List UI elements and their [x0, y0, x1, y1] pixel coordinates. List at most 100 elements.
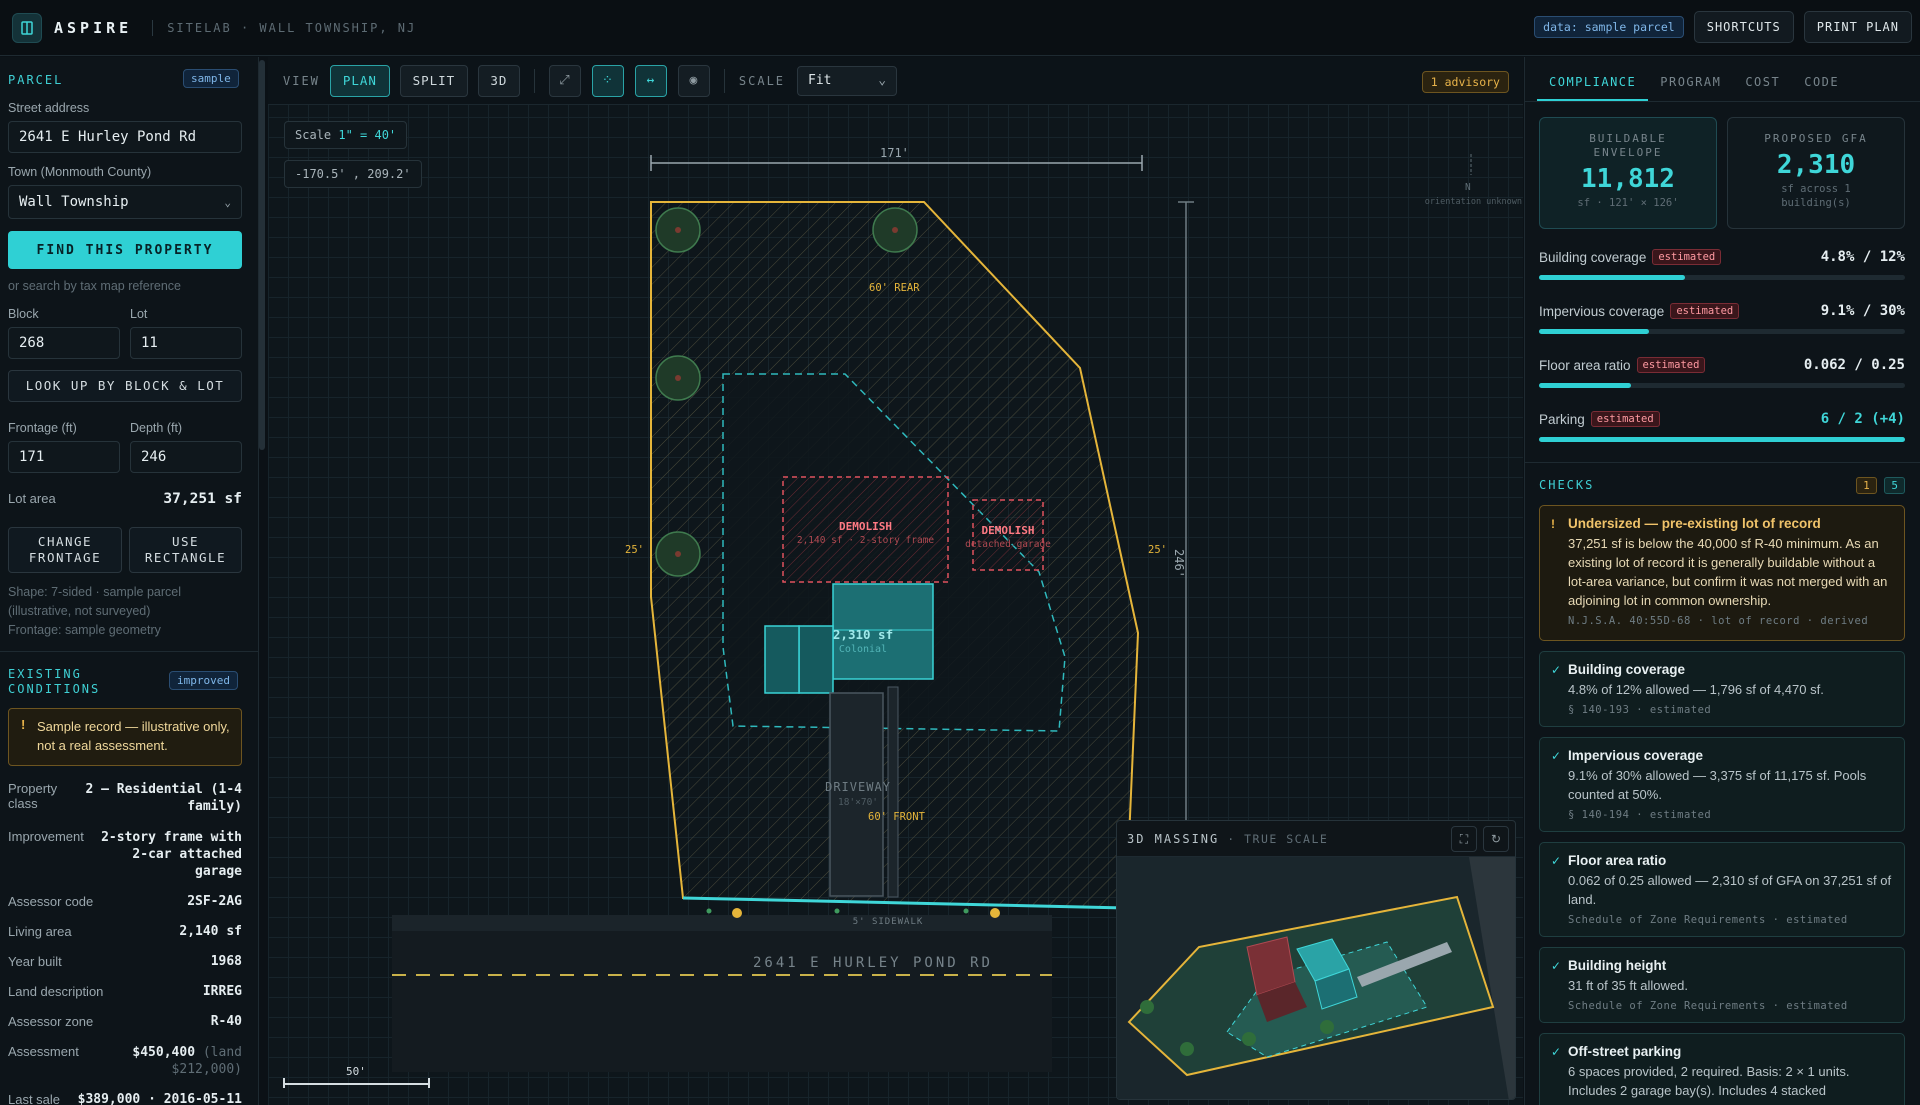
- check-reference: Schedule of Zone Requirements · estimate…: [1568, 1000, 1848, 1012]
- tree-icon: [872, 207, 918, 253]
- improved-badge: improved: [169, 671, 238, 690]
- scale-select[interactable]: Fit ⌄: [797, 65, 898, 96]
- property-class-label: Property class: [8, 781, 58, 811]
- tree-icon: [655, 207, 701, 253]
- check-title: Building height: [1568, 958, 1667, 973]
- use-rectangle-button[interactable]: USE RECTANGLE: [129, 527, 242, 573]
- driveway: [829, 692, 884, 897]
- parcel-sidebar: PARCEL sample Street address 2641 E Hurl…: [0, 57, 259, 1105]
- check-card-building-height[interactable]: ✓ Building height 31 ft of 35 ft allowed…: [1539, 947, 1905, 1023]
- property-class-value: 2 — Residential (1-4 family): [85, 782, 242, 814]
- tab-code[interactable]: CODE: [1792, 65, 1851, 101]
- check-title: Floor area ratio: [1568, 853, 1667, 868]
- buildable-envelope-sub: sf · 121' × 126': [1577, 197, 1679, 209]
- living-area-value: 2,140 sf: [179, 924, 242, 939]
- land-description-label: Land description: [8, 984, 104, 999]
- logo-icon: [12, 12, 42, 43]
- streetlight-icon: [990, 908, 1000, 918]
- north-label: N: [1465, 182, 1471, 193]
- check-card-floor-area-ratio[interactable]: ✓ Floor area ratio 0.062 of 0.25 allowed…: [1539, 842, 1905, 937]
- view-split-button[interactable]: SPLIT: [399, 64, 468, 97]
- metric-bar-fill: [1539, 329, 1649, 334]
- scale-bar-label: 50': [346, 1065, 366, 1078]
- divider: [533, 68, 535, 93]
- assessor-code-label: Assessor code: [8, 894, 94, 909]
- check-card-building-coverage[interactable]: ✓ Building coverage 4.8% of 12% allowed …: [1539, 651, 1905, 727]
- proposed-gfa-label: PROPOSED GFA: [1764, 132, 1868, 145]
- metric-bar: [1539, 329, 1905, 334]
- street-address-input[interactable]: 2641 E Hurley Pond Rd: [8, 121, 242, 153]
- improvement-label: Improvement: [8, 829, 84, 844]
- buildable-envelope-card: BUILDABLE ENVELOPE 11,812 sf · 121' × 12…: [1539, 117, 1717, 229]
- town-label: Town (Monmouth County): [8, 165, 152, 179]
- check-card-lot-of-record[interactable]: ! Undersized — pre-existing lot of recor…: [1539, 505, 1905, 641]
- site-plan-canvas[interactable]: VIEW PLAN SPLIT 3D ⤢ ⁘ ↔ ◉ SCALE Fit ⌄ 1…: [268, 57, 1523, 1105]
- dimensions-icon[interactable]: ↔: [634, 64, 667, 97]
- data-source-badge: data: sample parcel: [1534, 16, 1684, 38]
- metric-name: Floor area ratio: [1539, 357, 1631, 373]
- road-area: [392, 922, 1052, 1072]
- tab-program[interactable]: PROGRAM: [1648, 65, 1733, 101]
- tree-icon: [1180, 1042, 1194, 1056]
- snap-icon[interactable]: ⁘: [591, 64, 624, 97]
- check-title: Building coverage: [1568, 662, 1686, 677]
- check-icon: ✓: [1551, 959, 1562, 973]
- tree-icon: [1140, 1000, 1154, 1014]
- check-card-impervious-coverage[interactable]: ✓ Impervious coverage 9.1% of 30% allowe…: [1539, 737, 1905, 832]
- frontage-input[interactable]: 171: [8, 441, 120, 473]
- demolish-garage-sub: detached garage: [965, 539, 1051, 550]
- check-title: Impervious coverage: [1568, 748, 1704, 763]
- check-reference: § 140-194 · estimated: [1568, 809, 1712, 821]
- 3d-massing-panel[interactable]: 3D MASSING · TRUE SCALE ⛶ ↻: [1116, 820, 1516, 1100]
- view-label: VIEW: [283, 73, 320, 88]
- shape-note: Shape: 7-sided · sample parcel (illustra…: [8, 583, 181, 640]
- check-body: 31 ft of 35 ft allowed.: [1568, 978, 1688, 993]
- assessor-zone-value: R-40: [210, 1014, 242, 1029]
- divider: [1525, 101, 1920, 102]
- tab-compliance[interactable]: COMPLIANCE: [1537, 65, 1649, 101]
- advisory-badge[interactable]: 1 advisory: [1421, 71, 1509, 93]
- parking-metric: Parking estimated 6 / 2 (+4): [1539, 411, 1905, 442]
- building-area-label: 2,310 sf: [832, 627, 894, 642]
- warning-icon: !: [21, 717, 26, 732]
- metric-value: 6 / 2 (+4): [1820, 411, 1905, 427]
- metric-value: 4.8% / 12%: [1820, 249, 1905, 265]
- view-plan-button[interactable]: PLAN: [329, 64, 390, 97]
- view-3d-button[interactable]: 3D: [477, 64, 520, 97]
- expand-icon[interactable]: ⛶: [1451, 826, 1477, 852]
- tax-map-hint: or search by tax map reference: [8, 279, 181, 293]
- check-reference: N.J.S.A. 40:55D-68 · lot of record · der…: [1568, 615, 1869, 627]
- assessment-amount: $450,400: [132, 1045, 196, 1060]
- reset-view-icon[interactable]: ↻: [1483, 826, 1509, 852]
- shortcuts-button[interactable]: SHORTCUTS: [1693, 11, 1794, 43]
- tree-icon: [1242, 1032, 1256, 1046]
- chevron-down-icon: ⌄: [878, 73, 887, 88]
- street-label: Street address: [8, 101, 90, 115]
- compliance-panel: COMPLIANCE PROGRAM COST CODE BUILDABLE E…: [1524, 57, 1920, 1105]
- measure-icon[interactable]: ⤢: [548, 64, 581, 97]
- block-input[interactable]: 268: [8, 327, 120, 359]
- land-description-value: IRREG: [202, 984, 242, 999]
- divider: [723, 68, 725, 93]
- town-select[interactable]: Wall Township ⌄: [8, 185, 242, 219]
- change-frontage-button[interactable]: CHANGE FRONTAGE: [8, 527, 122, 573]
- sidebar-scrollbar[interactable]: [259, 60, 265, 450]
- building-coverage-metric: Building coverage estimated 4.8% / 12%: [1539, 249, 1905, 280]
- impervious-coverage-metric: Impervious coverage estimated 9.1% / 30%: [1539, 303, 1905, 334]
- depth-label: Depth (ft): [130, 421, 183, 435]
- lookup-block-lot-button[interactable]: LOOK UP BY BLOCK & LOT: [8, 370, 242, 402]
- tab-cost[interactable]: COST: [1733, 65, 1792, 101]
- pass-count-badge: 5: [1884, 477, 1905, 494]
- print-plan-button[interactable]: PRINT PLAN: [1803, 11, 1912, 43]
- check-card-off-street-parking[interactable]: ✓ Off-street parking 6 spaces provided, …: [1539, 1033, 1905, 1105]
- lot-input[interactable]: 11: [130, 327, 242, 359]
- improvement-value: 2-story frame with 2-car attached garage: [101, 830, 242, 879]
- check-body: 37,251 sf is below the 40,000 sf R-40 mi…: [1568, 536, 1888, 608]
- check-reference: § 140-193 · estimated: [1568, 704, 1712, 716]
- metric-value: 9.1% / 30%: [1820, 303, 1905, 319]
- depth-input[interactable]: 246: [130, 441, 242, 473]
- check-icon: ✓: [1551, 1045, 1562, 1059]
- layers-icon[interactable]: ◉: [677, 64, 710, 97]
- find-property-button[interactable]: FIND THIS PROPERTY: [8, 231, 242, 269]
- frontage-note: Frontage: sample geometry: [8, 623, 161, 637]
